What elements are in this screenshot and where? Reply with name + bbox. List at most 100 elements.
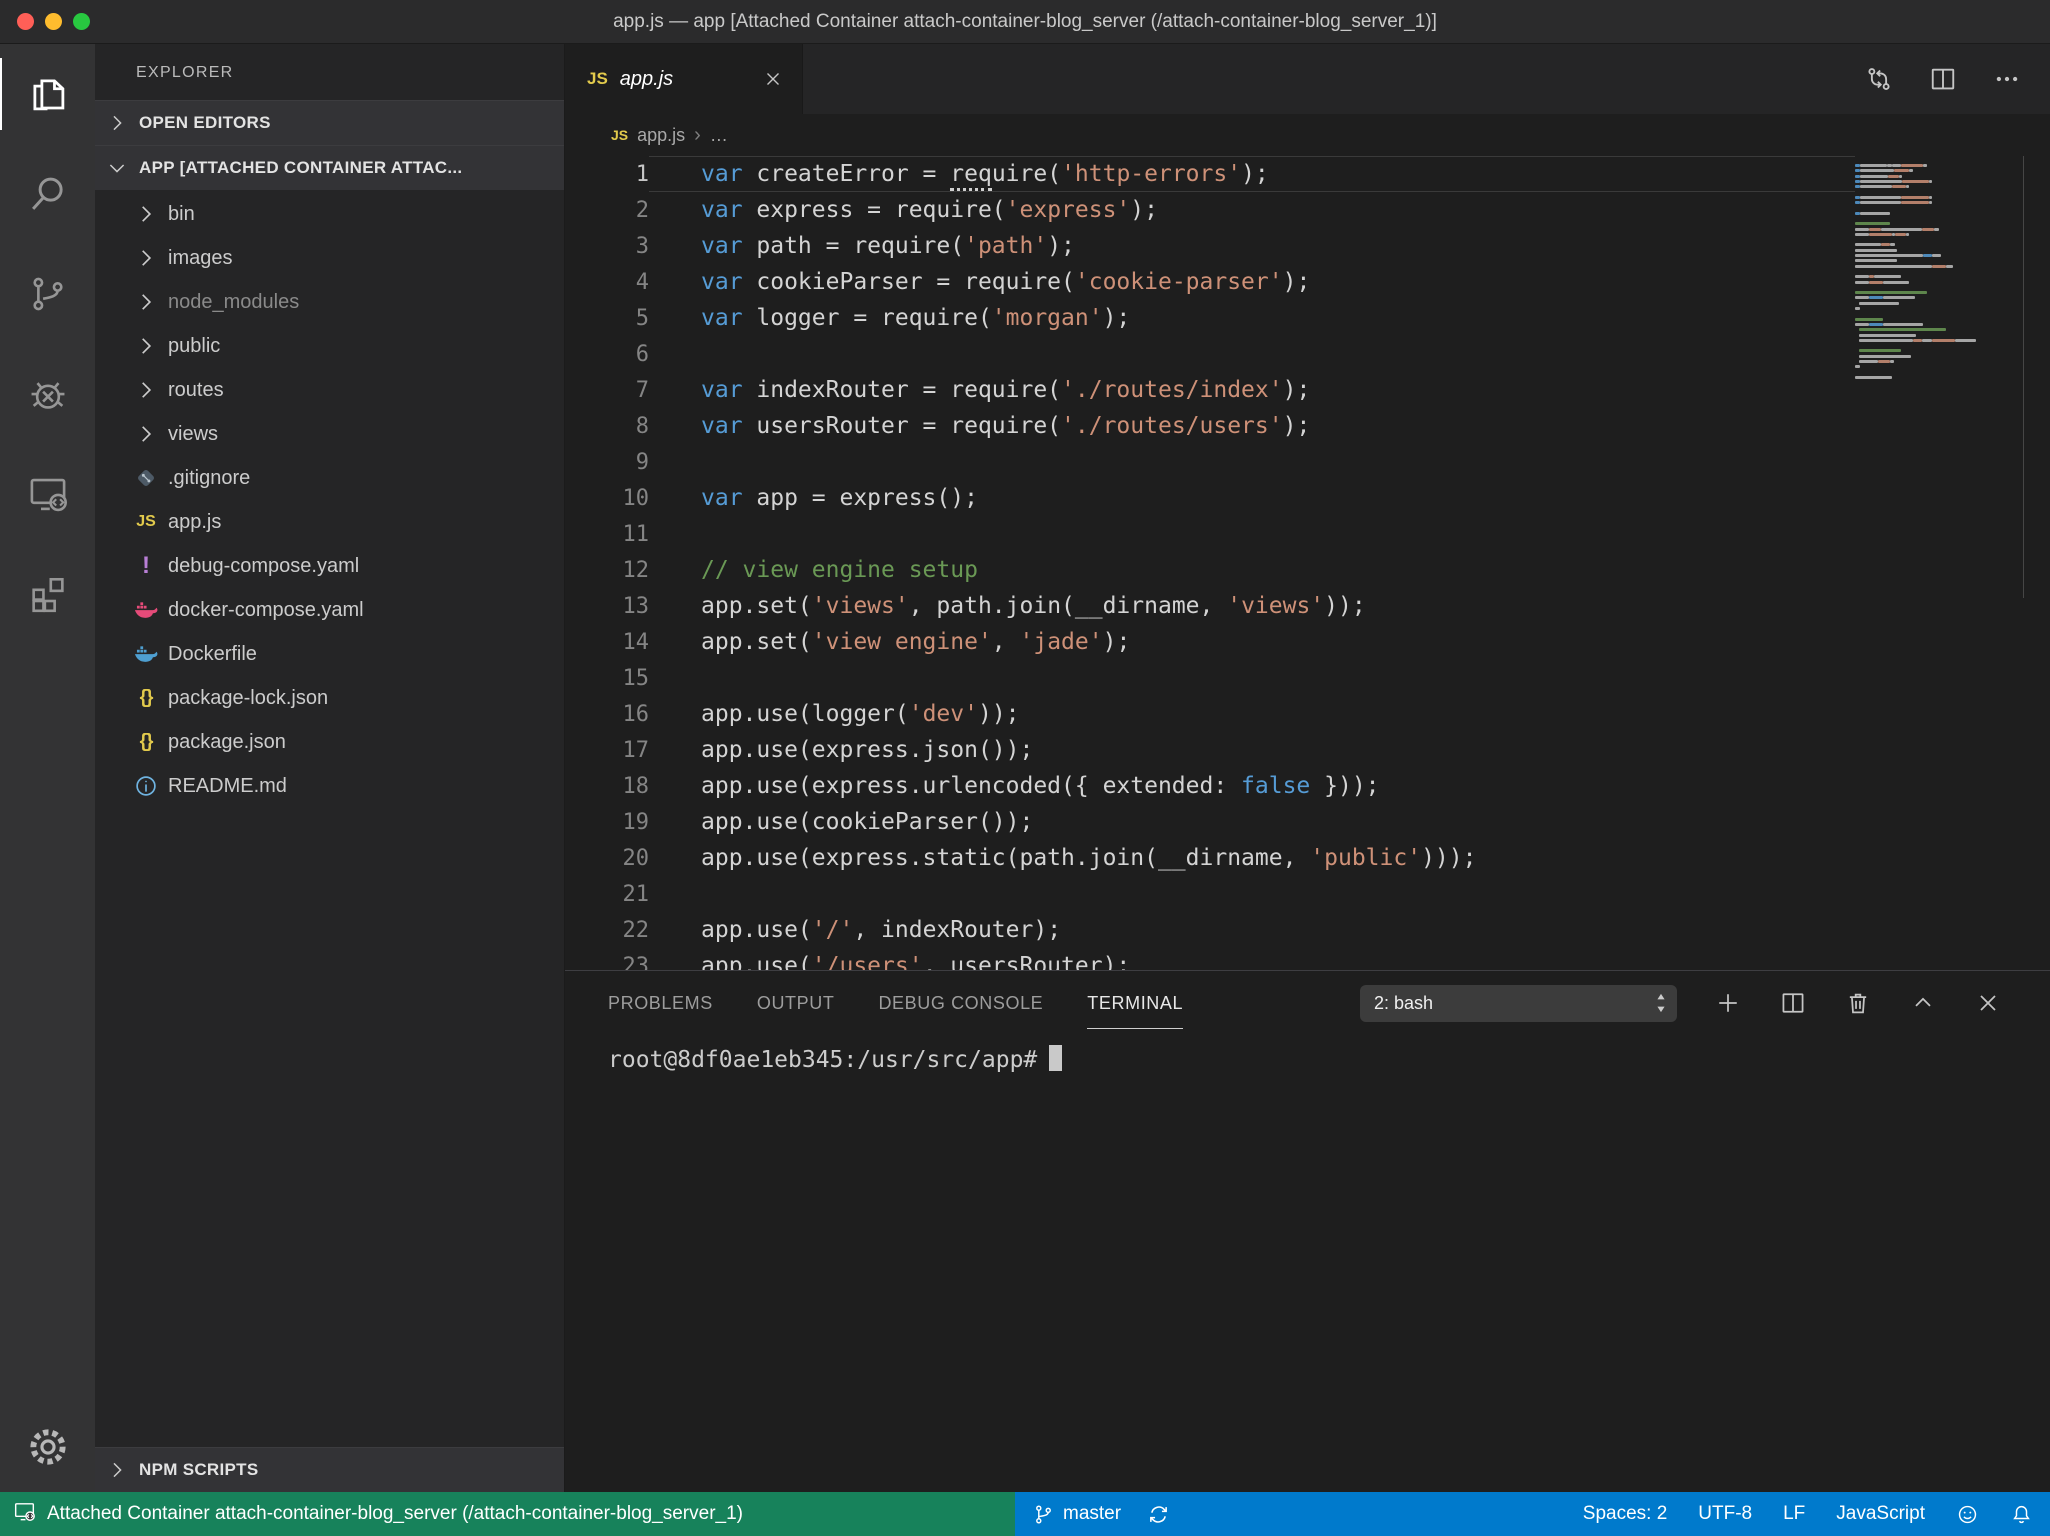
code-line-19[interactable]: 19 app.use(cookieParser()); [565,804,1855,840]
panel-tab-debug-console[interactable]: DEBUG CONSOLE [878,987,1043,1020]
code-line-10[interactable]: 10 var app = express(); [565,480,1855,516]
line-number: 22 [622,917,650,943]
minimap-line [1855,217,2005,220]
sync-changes-button[interactable] [1147,1503,1170,1526]
code-line-21[interactable]: 21 [565,876,1855,912]
minimap-line [1855,238,2005,241]
activity-item-remote[interactable] [0,444,95,544]
tree-item-app-js[interactable]: JS app.js [95,500,564,544]
chevron-down-icon [105,156,129,180]
tree-item-routes[interactable]: routes [95,368,564,412]
code-line-12[interactable]: 12 // view engine setup [565,552,1855,588]
split-terminal-icon[interactable] [1779,989,1807,1017]
code-line-9[interactable]: 9 [565,444,1855,480]
code-line-8[interactable]: 8 var usersRouter = require('./routes/use… [565,408,1855,444]
minimap-line [1855,264,2005,268]
status-item-spaces-2[interactable]: Spaces: 2 [1583,1503,1668,1525]
minimap-line [1855,359,2005,363]
activity-bar [0,44,95,1492]
minimap-line [1855,232,2005,236]
minimap[interactable] [1855,164,2005,381]
code-line-20[interactable]: 20 app.use(express.static(path.join(__dir… [565,840,1855,876]
new-terminal-icon[interactable] [1714,989,1742,1017]
status-item-javascript[interactable]: JavaScript [1836,1503,1925,1525]
tree-item-bin[interactable]: bin [95,192,564,236]
code-line-text: app.use(express.urlencoded({ extended: f… [701,773,1380,799]
git-branch-indicator[interactable]: master [1032,1503,1121,1526]
code-line-3[interactable]: 3 var path = require('path'); [565,228,1855,264]
code-line-6[interactable]: 6 [565,336,1855,372]
git-branch-icon [1032,1503,1055,1526]
activity-item-source-control[interactable] [0,244,95,344]
tree-item-public[interactable]: public [95,324,564,368]
code-line-11[interactable]: 11 [565,516,1855,552]
split-editor-icon[interactable] [1928,64,1958,94]
tree-item-package-json[interactable]: {} package.json [95,720,564,764]
code-line-5[interactable]: 5 var logger = require('morgan'); [565,300,1855,336]
code-line-22[interactable]: 22 app.use('/', indexRouter); [565,912,1855,948]
open-changes-icon[interactable] [1864,64,1894,94]
panel-tab-output[interactable]: OUTPUT [757,987,835,1020]
status-item-lf[interactable]: LF [1783,1503,1805,1525]
code-line-7[interactable]: 7 var indexRouter = require('./routes/ind… [565,372,1855,408]
section-open-editors[interactable]: OPEN EDITORS [95,100,564,145]
tree-item-images[interactable]: images [95,236,564,280]
tree-item-node-modules[interactable]: node_modules [95,280,564,324]
tree-item-debug-compose-yaml[interactable]: ! debug-compose.yaml [95,544,564,588]
tree-item-package-lock-json[interactable]: {} package-lock.json [95,676,564,720]
activity-item-search[interactable] [0,144,95,244]
section-npm-scripts[interactable]: NPM SCRIPTS [95,1447,564,1492]
editor-scrollbar[interactable] [2023,156,2024,598]
extensions-icon [31,577,64,613]
code-line-2[interactable]: 2 var express = require('express'); [565,192,1855,228]
code-line-14[interactable]: 14 app.set('view engine', 'jade'); [565,624,1855,660]
settings-gear-icon[interactable] [0,1425,95,1474]
activity-item-extensions[interactable] [0,544,95,644]
line-number: 19 [622,809,650,835]
folder-chevron-icon [133,289,159,315]
code-line-13[interactable]: 13 app.set('views', path.join(__dirname, … [565,588,1855,624]
breadcrumb-symbols[interactable]: … [710,125,728,146]
tab-app-js[interactable]: JS app.js [565,44,803,114]
activity-item-debug[interactable] [0,344,95,444]
feedback-smiley-icon[interactable] [1956,1503,1979,1526]
more-actions-icon[interactable] [1992,64,2022,94]
tree-item--gitignore[interactable]: .gitignore [95,456,564,500]
panel-tab-problems[interactable]: PROBLEMS [608,987,713,1020]
activity-item-explorer[interactable] [0,44,95,144]
section-workspace-root[interactable]: APP [ATTACHED CONTAINER ATTAC... [95,145,564,190]
status-item-utf-8[interactable]: UTF-8 [1698,1503,1752,1525]
code-line-23[interactable]: 23 app.use('/users', usersRouter); [565,948,1855,970]
section-label: APP [ATTACHED CONTAINER ATTAC... [139,158,463,177]
code-line-1[interactable]: 1 var createError = require('http-errors'… [565,156,1855,192]
close-panel-icon[interactable] [1974,989,2002,1017]
tree-item-readme-md[interactable]: README.md [95,764,564,808]
remote-indicator[interactable]: Attached Container attach-container-blog… [0,1492,1015,1536]
close-tab-icon[interactable] [762,68,784,90]
code-line-text: var express = require('express'); [701,197,1158,223]
kill-terminal-icon[interactable] [1844,989,1872,1017]
tree-item-views[interactable]: views [95,412,564,456]
minimap-line [1855,243,2005,247]
code-line-4[interactable]: 4 var cookieParser = require('cookie-pars… [565,264,1855,300]
line-number: 11 [622,521,650,547]
terminal-output[interactable]: root@8df0ae1eb345:/usr/src/app# [565,1035,2050,1492]
code-line-17[interactable]: 17 app.use(express.json()); [565,732,1855,768]
maximize-panel-icon[interactable] [1909,989,1937,1017]
code-line-18[interactable]: 18 app.use(express.urlencoded({ extended:… [565,768,1855,804]
whale-blue-file-icon [133,641,159,667]
notifications-bell-icon[interactable] [2010,1503,2033,1526]
chevron-right-icon [105,111,129,135]
tree-item-docker-compose-yaml[interactable]: docker-compose.yaml [95,588,564,632]
breadcrumb[interactable]: JS app.js › … [565,114,2050,156]
code-editor[interactable]: 1 var createError = require('http-errors'… [565,156,2050,970]
panel-tab-terminal[interactable]: TERMINAL [1087,987,1183,1029]
code-line-16[interactable]: 16 app.use(logger('dev')); [565,696,1855,732]
code-line-15[interactable]: 15 [565,660,1855,696]
breadcrumb-file[interactable]: app.js [637,125,685,146]
terminal-shell-select[interactable]: 2: bash [1360,984,1677,1022]
minimap-line [1855,375,2005,379]
tree-item-dockerfile[interactable]: Dockerfile [95,632,564,676]
